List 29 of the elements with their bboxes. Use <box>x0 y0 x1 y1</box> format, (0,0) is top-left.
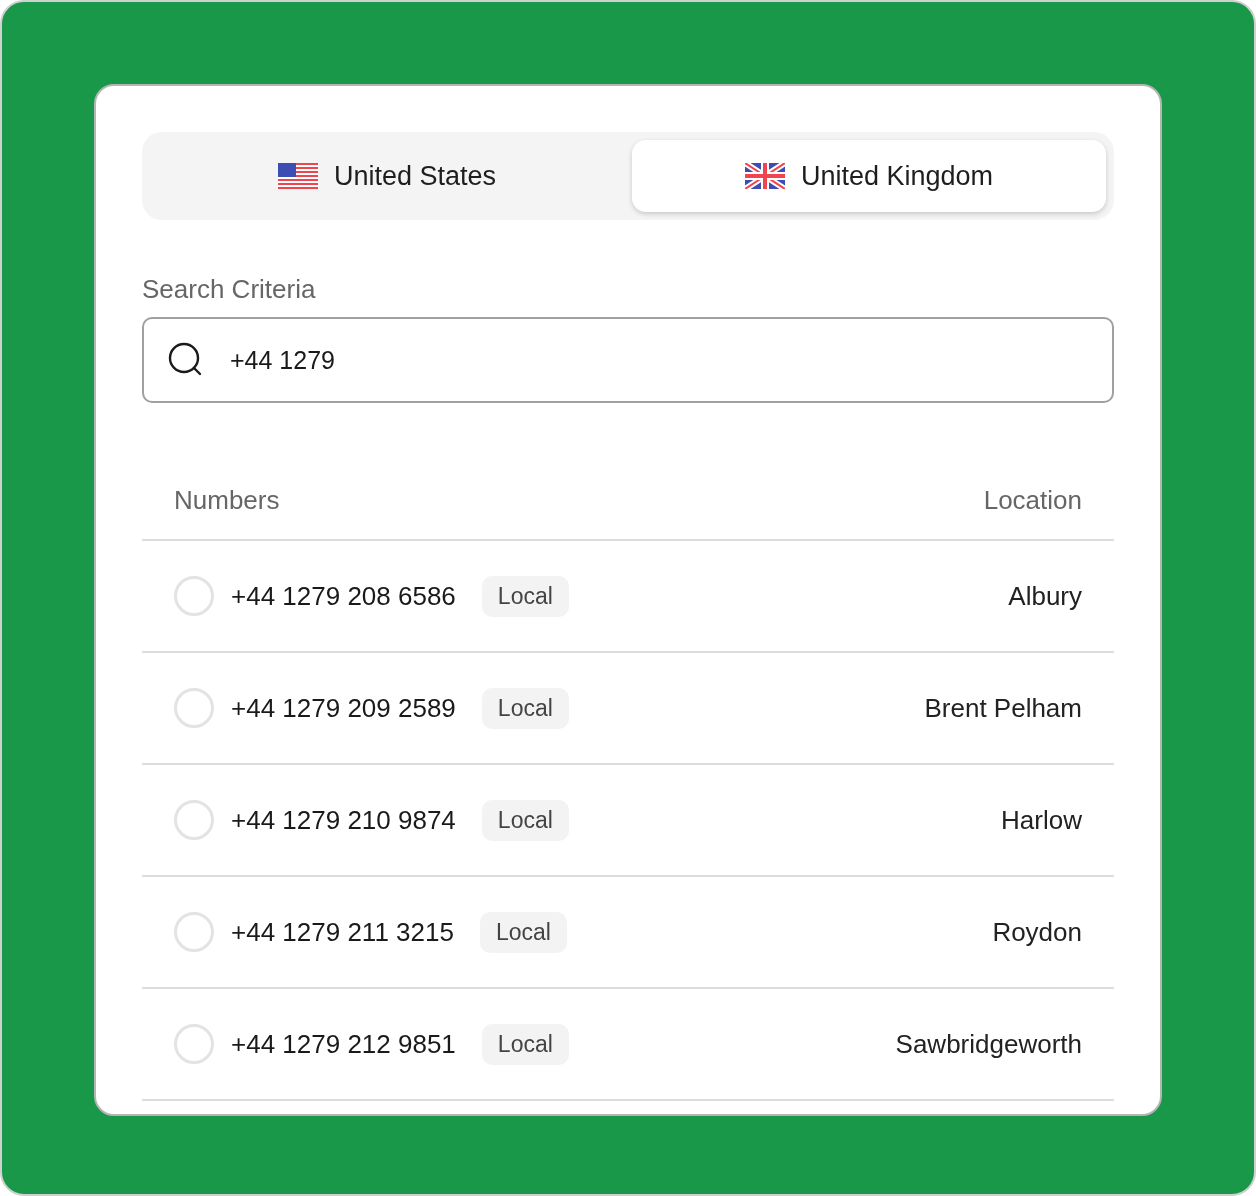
phone-number: +44 1279 212 9851 <box>231 1028 456 1060</box>
phone-number: +44 1279 209 2589 <box>231 692 456 724</box>
type-badge: Local <box>481 799 569 841</box>
type-badge: Local <box>481 687 569 729</box>
country-tab[interactable]: United Kingdom <box>632 140 1106 212</box>
flag-icon <box>277 163 318 189</box>
type-badge: Local <box>481 1023 569 1065</box>
type-badge: Local <box>481 575 569 617</box>
phone-number: +44 1279 210 9874 <box>231 804 456 836</box>
location-text: Sawbridgeworth <box>895 1028 1082 1060</box>
radio-button[interactable] <box>174 800 214 840</box>
radio-button[interactable] <box>174 912 214 952</box>
radio-button[interactable] <box>174 688 214 728</box>
phone-number: +44 1279 208 6586 <box>231 580 456 612</box>
field-label: Search Criteria <box>142 274 317 305</box>
type-badge: Local <box>479 911 567 953</box>
column-header: Numbers <box>174 484 280 516</box>
location-text: Harlow <box>1001 804 1082 836</box>
location-text: Roydon <box>992 916 1082 948</box>
flag-icon <box>744 163 785 189</box>
location-text: Brent Pelham <box>924 692 1082 724</box>
country-tab[interactable]: United States <box>150 140 624 212</box>
search-field[interactable]: +44 1279 <box>142 317 1114 403</box>
search-icon <box>168 342 204 378</box>
radio-button[interactable] <box>174 576 214 616</box>
phone-number: +44 1279 211 3215 <box>231 916 454 948</box>
column-header: Location <box>983 484 1082 516</box>
radio-button[interactable] <box>174 1024 214 1064</box>
location-text: Albury <box>1008 580 1082 612</box>
